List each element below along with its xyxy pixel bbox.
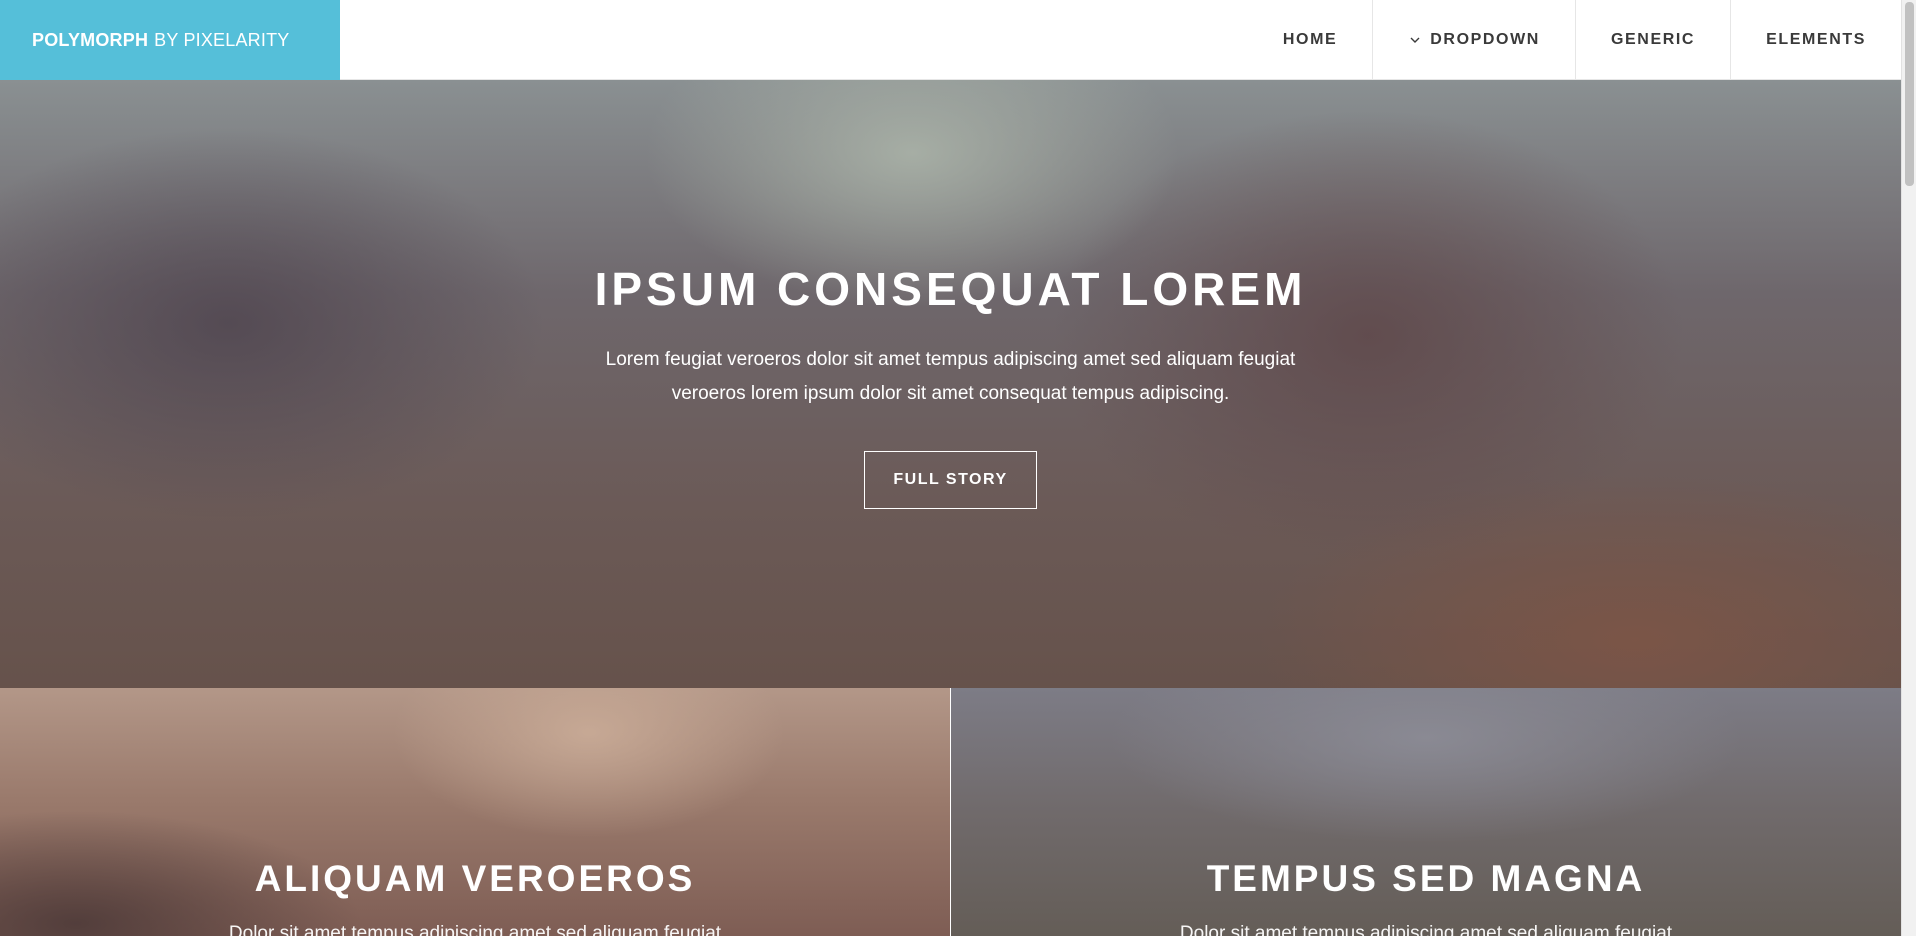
vertical-scrollbar[interactable] bbox=[1901, 0, 1916, 936]
chevron-down-icon bbox=[1410, 37, 1420, 43]
feature-text: Dolor sit amet tempus adipiscing amet se… bbox=[228, 923, 722, 936]
hero-text: Lorem feugiat veroeros dolor sit amet te… bbox=[605, 348, 1296, 404]
nav-item-elements[interactable]: ELEMENTS bbox=[1730, 0, 1901, 80]
nav-item-label: GENERIC bbox=[1610, 31, 1696, 48]
nav-item-home[interactable]: HOME bbox=[1248, 0, 1372, 80]
brand-byline: BY PIXELARITY bbox=[154, 29, 290, 50]
feature-title: ALIQUAM VEROEROS bbox=[254, 858, 696, 899]
nav-item-label: HOME bbox=[1282, 31, 1338, 48]
feature-card-aliquam: ALIQUAM VEROEROS Dolor sit amet tempus a… bbox=[0, 688, 950, 936]
hero-title: IPSUM CONSEQUAT LOREM bbox=[594, 263, 1307, 315]
feature-card-tempus: TEMPUS SED MAGNA Dolor sit amet tempus a… bbox=[951, 688, 1901, 936]
hero-content: IPSUM CONSEQUAT LOREM Lorem feugiat vero… bbox=[0, 264, 1901, 509]
site-header: POLYMORPH BY PIXELARITY HOME DROPDOWN GE… bbox=[0, 0, 1901, 80]
brand-logo[interactable]: POLYMORPH BY PIXELARITY bbox=[0, 0, 340, 80]
full-story-button[interactable]: FULL STORY bbox=[864, 450, 1037, 509]
hero-banner: IPSUM CONSEQUAT LOREM Lorem feugiat vero… bbox=[0, 80, 1901, 688]
scrollbar-thumb[interactable] bbox=[1905, 2, 1914, 186]
nav-item-generic[interactable]: GENERIC bbox=[1574, 0, 1730, 80]
nav-item-label: DROPDOWN bbox=[1430, 31, 1540, 48]
brand-name: POLYMORPH bbox=[32, 29, 149, 50]
main-nav: HOME DROPDOWN GENERIC ELEMENTS bbox=[1248, 0, 1901, 80]
feature-text: Dolor sit amet tempus adipiscing amet se… bbox=[1179, 923, 1673, 936]
page: POLYMORPH BY PIXELARITY HOME DROPDOWN GE… bbox=[0, 0, 1901, 936]
nav-item-dropdown[interactable]: DROPDOWN bbox=[1372, 0, 1575, 80]
feature-title: TEMPUS SED MAGNA bbox=[1206, 858, 1646, 899]
nav-item-label: ELEMENTS bbox=[1766, 31, 1866, 48]
